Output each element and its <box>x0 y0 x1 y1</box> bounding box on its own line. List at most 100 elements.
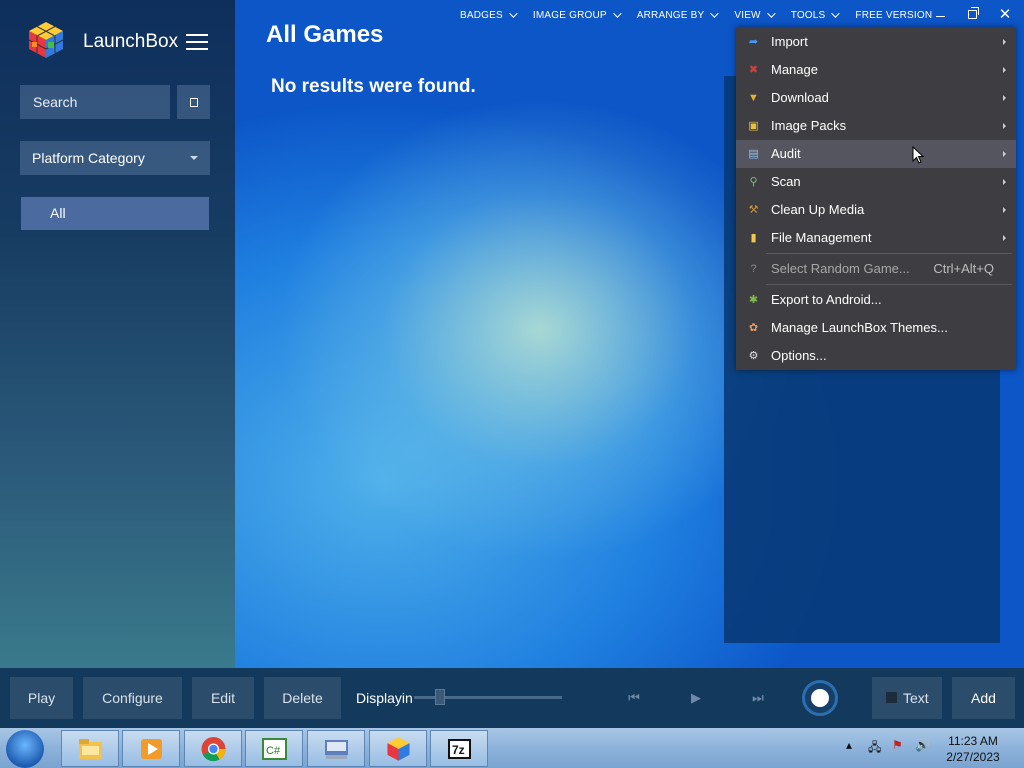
platform-category-dropdown[interactable]: Platform Category <box>20 141 210 175</box>
tray-expand-icon[interactable]: ▴ <box>846 738 852 752</box>
tools-icon: ✖ <box>748 64 759 76</box>
hamburger-menu-icon[interactable] <box>186 34 208 50</box>
menu-label: VIEW <box>734 9 761 21</box>
search-options-button[interactable] <box>177 85 210 119</box>
skip-forward-icon[interactable]: ⏭ <box>748 688 768 708</box>
action-center-icon[interactable]: ⚑ <box>892 738 903 752</box>
start-button-icon[interactable] <box>6 730 44 768</box>
play-icon[interactable]: ▶ <box>686 688 706 708</box>
top-menu-bar: BADGES IMAGE GROUP ARRANGE BY VIEW TOOLS… <box>460 8 950 22</box>
restore-icon <box>967 6 979 19</box>
delete-button[interactable]: Delete <box>264 677 341 719</box>
menu-item-label: Download <box>771 90 829 105</box>
menu-item-import[interactable]: ➦ Import <box>736 28 1016 56</box>
menu-arrange-by[interactable]: ARRANGE BY <box>636 8 720 22</box>
download-icon: ▼ <box>748 92 759 104</box>
menu-item-options[interactable]: ⚙ Options... <box>736 342 1016 370</box>
play-button[interactable]: Play <box>10 677 73 719</box>
clock-time: 11:23 AM <box>948 734 998 748</box>
folder-icon: ▮ <box>750 232 757 244</box>
checkbox-icon <box>886 692 897 703</box>
menu-item-manage[interactable]: ✖ Manage <box>736 56 1016 84</box>
submenu-arrow-icon <box>1003 67 1006 73</box>
menu-badges[interactable]: BADGES <box>460 8 518 22</box>
caret-down-icon <box>190 156 198 160</box>
menu-item-download[interactable]: ▼ Download <box>736 84 1016 112</box>
menu-item-label: Select Random Game... <box>771 261 910 276</box>
taskbar-clock[interactable]: 11:23 AM 2/27/2023 <box>940 733 1006 765</box>
csharp-icon: C# <box>262 738 287 760</box>
menu-view[interactable]: VIEW <box>734 8 776 22</box>
menu-item-label: Manage LaunchBox Themes... <box>771 320 948 335</box>
menu-image-group[interactable]: IMAGE GROUP <box>533 8 622 22</box>
menu-item-label: Audit <box>771 146 801 161</box>
menu-tools[interactable]: TOOLS <box>790 8 841 22</box>
taskbar-chrome[interactable] <box>184 730 242 767</box>
taskbar-launchbox[interactable] <box>369 730 427 767</box>
launchbox-logo-icon <box>387 737 410 761</box>
menu-item-clean-up-media[interactable]: ⚒ Clean Up Media <box>736 196 1016 224</box>
menu-label: BADGES <box>460 9 503 21</box>
palette-icon: ✿ <box>748 322 759 334</box>
menu-item-audit[interactable]: ▤ Audit <box>736 140 1016 168</box>
broom-icon: ⚒ <box>748 204 759 216</box>
scan-magnifier-icon: ⚲ <box>749 176 758 188</box>
close-button[interactable]: ✕ <box>995 4 1015 24</box>
folder-icon <box>79 739 102 759</box>
clock-date: 2/27/2023 <box>946 750 1000 764</box>
minimize-button[interactable] <box>930 4 950 24</box>
tools-menu: ➦ Import ✖ Manage ▼ Download ▣ Image Pac… <box>736 27 1016 370</box>
volume-icon[interactable]: 🔊 <box>915 738 930 752</box>
menu-label: ARRANGE BY <box>636 9 705 21</box>
menu-item-scan[interactable]: ⚲ Scan <box>736 168 1016 196</box>
menu-item-label: Import <box>771 34 808 49</box>
gear-icon: ⚙ <box>748 350 759 362</box>
help-icon: ? <box>750 263 757 275</box>
sidebar-item-all[interactable]: All <box>21 197 209 230</box>
skip-back-icon[interactable]: ⏮ <box>624 688 644 708</box>
submenu-arrow-icon <box>1003 235 1006 241</box>
taskbar-media-player[interactable] <box>122 730 180 767</box>
page-title: All Games <box>266 21 384 48</box>
menu-label: TOOLS <box>790 9 826 21</box>
text-toggle-label: Text <box>903 690 929 706</box>
menu-item-select-random-game[interactable]: ? Select Random Game... Ctrl+Alt+Q <box>736 255 1016 283</box>
menu-item-label: Scan <box>771 174 801 189</box>
restore-button[interactable] <box>962 4 982 24</box>
taskbar-keyboard[interactable] <box>307 730 365 767</box>
taskbar-7zip[interactable]: 7z <box>430 730 488 767</box>
zoom-slider-thumb[interactable] <box>435 689 445 705</box>
edit-button[interactable]: Edit <box>192 677 254 719</box>
menu-item-label: Clean Up Media <box>771 202 865 217</box>
category-label: Platform Category <box>32 150 145 166</box>
chrome-icon <box>201 737 226 762</box>
close-icon: ✕ <box>998 6 1012 23</box>
menu-item-file-management[interactable]: ▮ File Management <box>736 224 1016 252</box>
mouse-cursor-icon <box>912 146 924 164</box>
menu-item-label: Export to Android... <box>771 292 882 307</box>
search-input[interactable]: Search <box>20 85 170 119</box>
configure-button[interactable]: Configure <box>83 677 182 719</box>
menu-free-version[interactable]: FREE VERSION <box>855 8 932 22</box>
loading-spinner-icon <box>802 680 838 716</box>
submenu-arrow-icon <box>1003 151 1006 157</box>
checkbox-icon <box>189 97 198 107</box>
submenu-arrow-icon <box>1003 123 1006 129</box>
empty-message: No results were found. <box>271 76 476 97</box>
network-icon[interactable]: 🖧 <box>868 738 881 759</box>
add-button[interactable]: Add <box>952 677 1015 719</box>
svg-text:7z: 7z <box>452 743 465 757</box>
menu-separator <box>766 284 1012 285</box>
menu-item-export-to-android[interactable]: ✱ Export to Android... <box>736 286 1016 314</box>
menu-item-manage-themes[interactable]: ✿ Manage LaunchBox Themes... <box>736 314 1016 342</box>
menu-separator <box>766 253 1012 254</box>
display-label: Displayin <box>356 690 413 706</box>
menu-item-label: Options... <box>771 348 827 363</box>
taskbar-explorer[interactable] <box>61 730 119 767</box>
launchbox-logo-icon <box>28 22 64 58</box>
menu-item-image-packs[interactable]: ▣ Image Packs <box>736 112 1016 140</box>
text-toggle[interactable]: Text <box>872 677 942 719</box>
menu-item-label: Manage <box>771 62 818 77</box>
menu-label: FREE VERSION <box>855 9 933 21</box>
taskbar-csharp[interactable]: C# <box>245 730 303 767</box>
